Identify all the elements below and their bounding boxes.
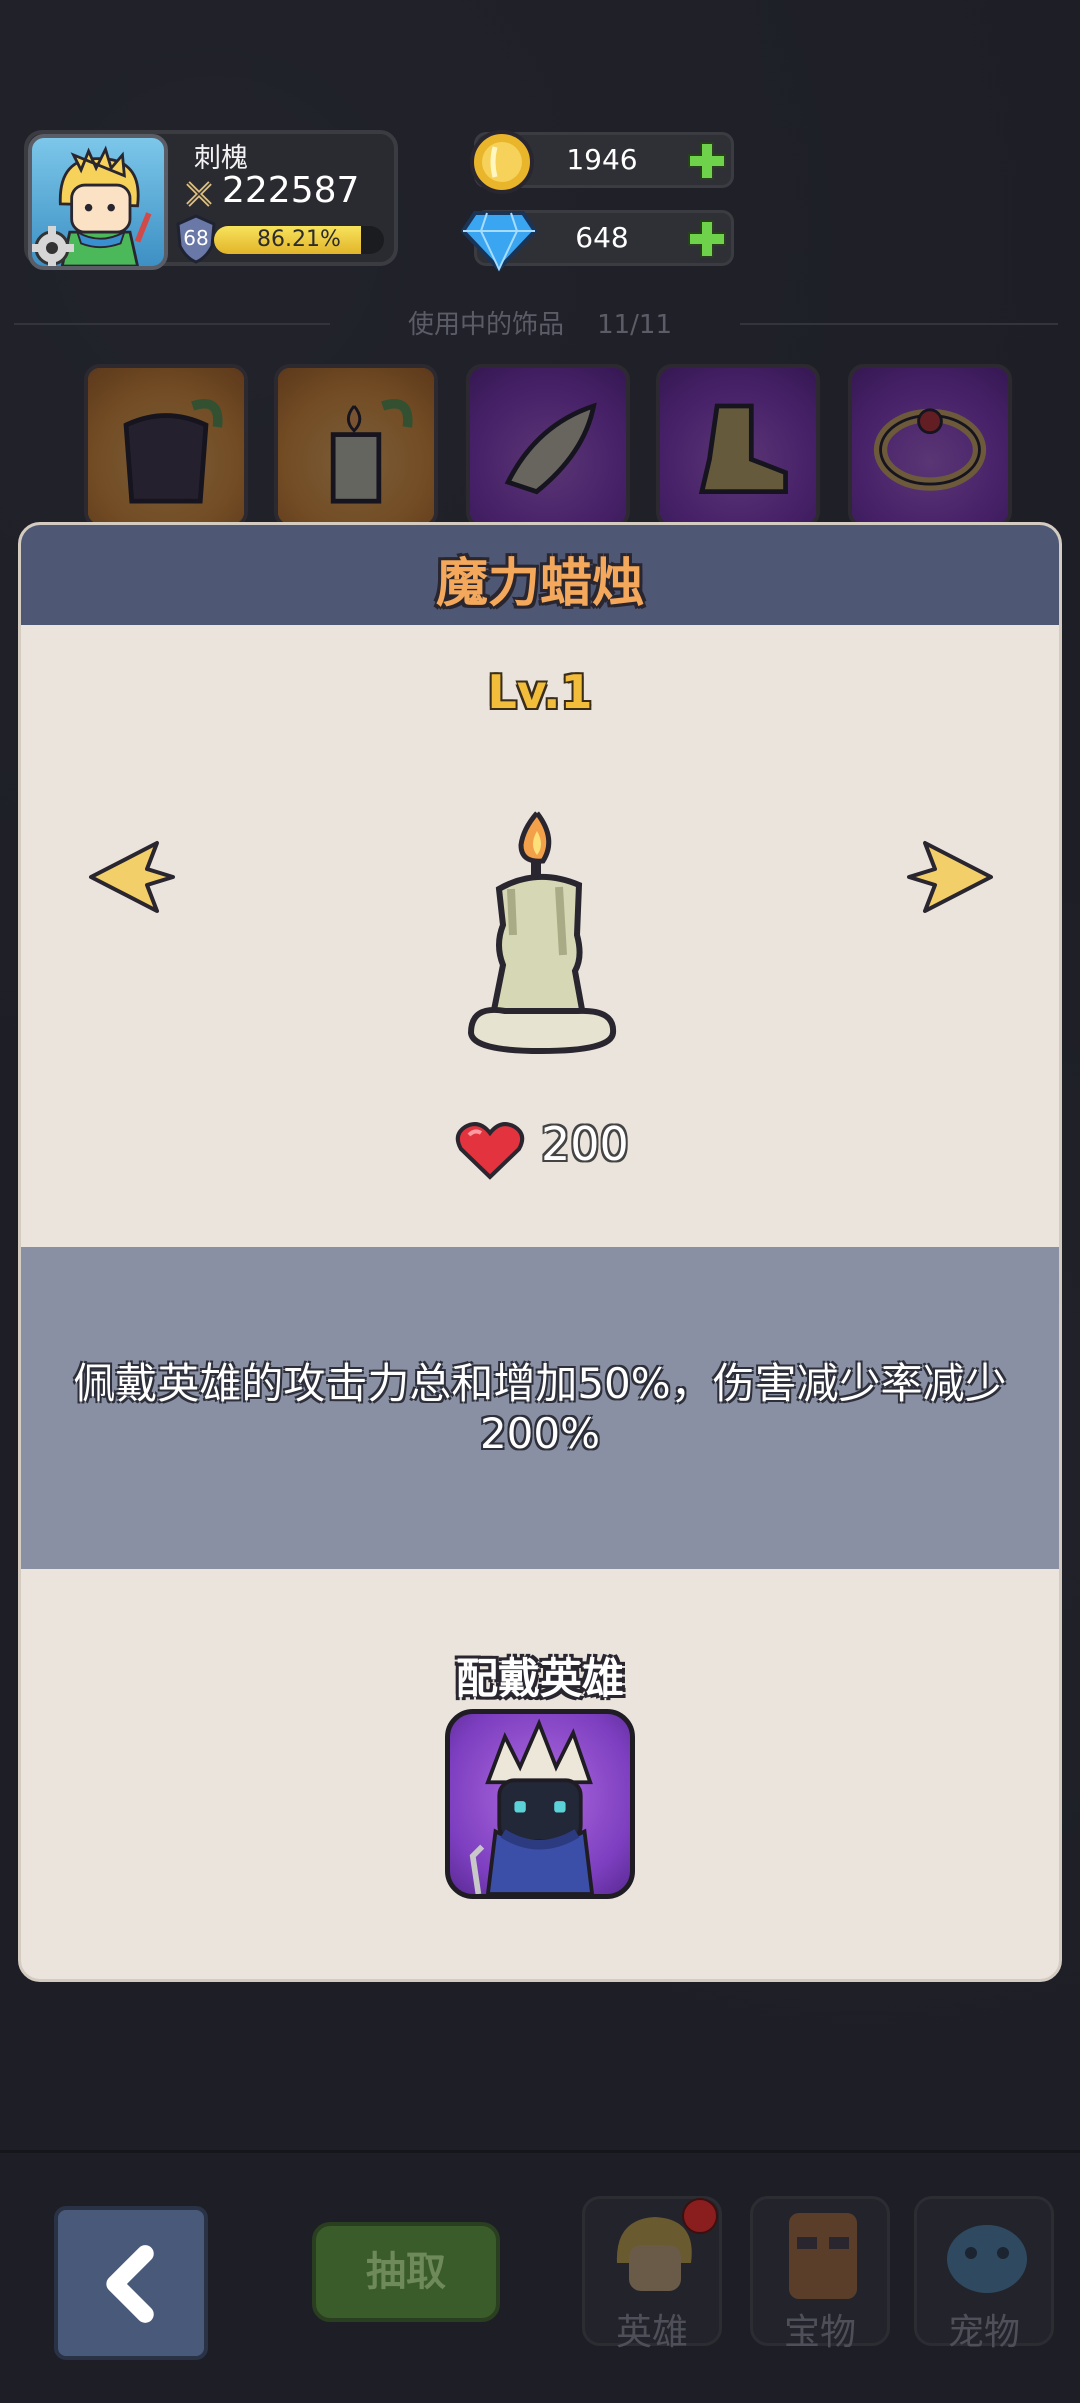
previous-arrow-icon[interactable] <box>87 839 177 915</box>
gem-amount: 648 <box>575 221 629 254</box>
accessory-description: 佩戴英雄的攻击力总和增加50%，伤害减少率减少200% <box>73 1359 1007 1458</box>
back-button[interactable] <box>54 2206 208 2360</box>
tab-pets[interactable]: 宠物 <box>914 2196 1054 2353</box>
hp-stat-value: 200 <box>541 1117 629 1171</box>
draw-button[interactable]: 抽取 <box>312 2222 500 2322</box>
equipped-hero-portrait[interactable] <box>445 1709 635 1899</box>
next-arrow-icon[interactable] <box>905 839 995 915</box>
gold-currency: 1946 <box>470 130 734 194</box>
heart-icon <box>455 1122 525 1180</box>
accessory-slot-cloak[interactable] <box>84 364 248 528</box>
accessory-title: 魔力蜡烛 <box>435 554 644 614</box>
accessory-detail-panel: 魔力蜡烛 Lv.1 200 佩戴英雄的攻击力总和增加50%，伤害减少率减少200… <box>18 522 1062 1982</box>
tab-heroes-label: 英雄 <box>615 2312 688 2353</box>
equipped-hero-label: 配戴英雄 <box>455 1654 624 1703</box>
candle-icon <box>467 811 617 1055</box>
bottom-divider <box>0 2150 1080 2153</box>
tab-treasures[interactable]: 宝物 <box>750 2196 890 2353</box>
player-avatar[interactable] <box>28 134 168 270</box>
panel-header: 魔力蜡烛 <box>21 525 1059 625</box>
tab-pets-label: 宠物 <box>947 2312 1020 2353</box>
combat-power: 222587 <box>222 170 360 211</box>
player-card[interactable]: 刺槐 222587 86.21% 68 <box>24 130 398 270</box>
accessory-count: 11/11 <box>597 310 672 340</box>
accessory-slot-candle[interactable] <box>274 364 438 528</box>
treasure-icon <box>789 2213 857 2299</box>
xp-percent: 86.21% <box>257 227 341 252</box>
accessory-slot-horn[interactable] <box>466 364 630 528</box>
crossed-swords-icon <box>186 181 212 207</box>
add-gems-button[interactable] <box>687 219 727 259</box>
ninja-hero-icon <box>469 1718 595 1894</box>
player-level: 68 <box>183 226 209 250</box>
gear-icon[interactable] <box>28 224 76 270</box>
accessory-slot-boot[interactable] <box>656 364 820 528</box>
accessories-section-label: 使用中的饰品 11/11 <box>407 310 672 340</box>
add-gold-button[interactable] <box>687 141 727 181</box>
gold-amount: 1946 <box>566 143 638 176</box>
tab-treasures-label: 宝物 <box>783 2312 856 2353</box>
accessory-slot-ring[interactable] <box>848 364 1012 528</box>
notification-badge <box>682 2198 718 2234</box>
gem-currency: 648 <box>461 210 734 272</box>
description-band: 佩戴英雄的攻击力总和增加50%，伤害减少率减少200% <box>21 1247 1059 1569</box>
accessory-level: Lv.1 <box>487 665 593 719</box>
pet-icon <box>947 2225 1027 2293</box>
chevron-left-icon <box>106 2245 154 2323</box>
